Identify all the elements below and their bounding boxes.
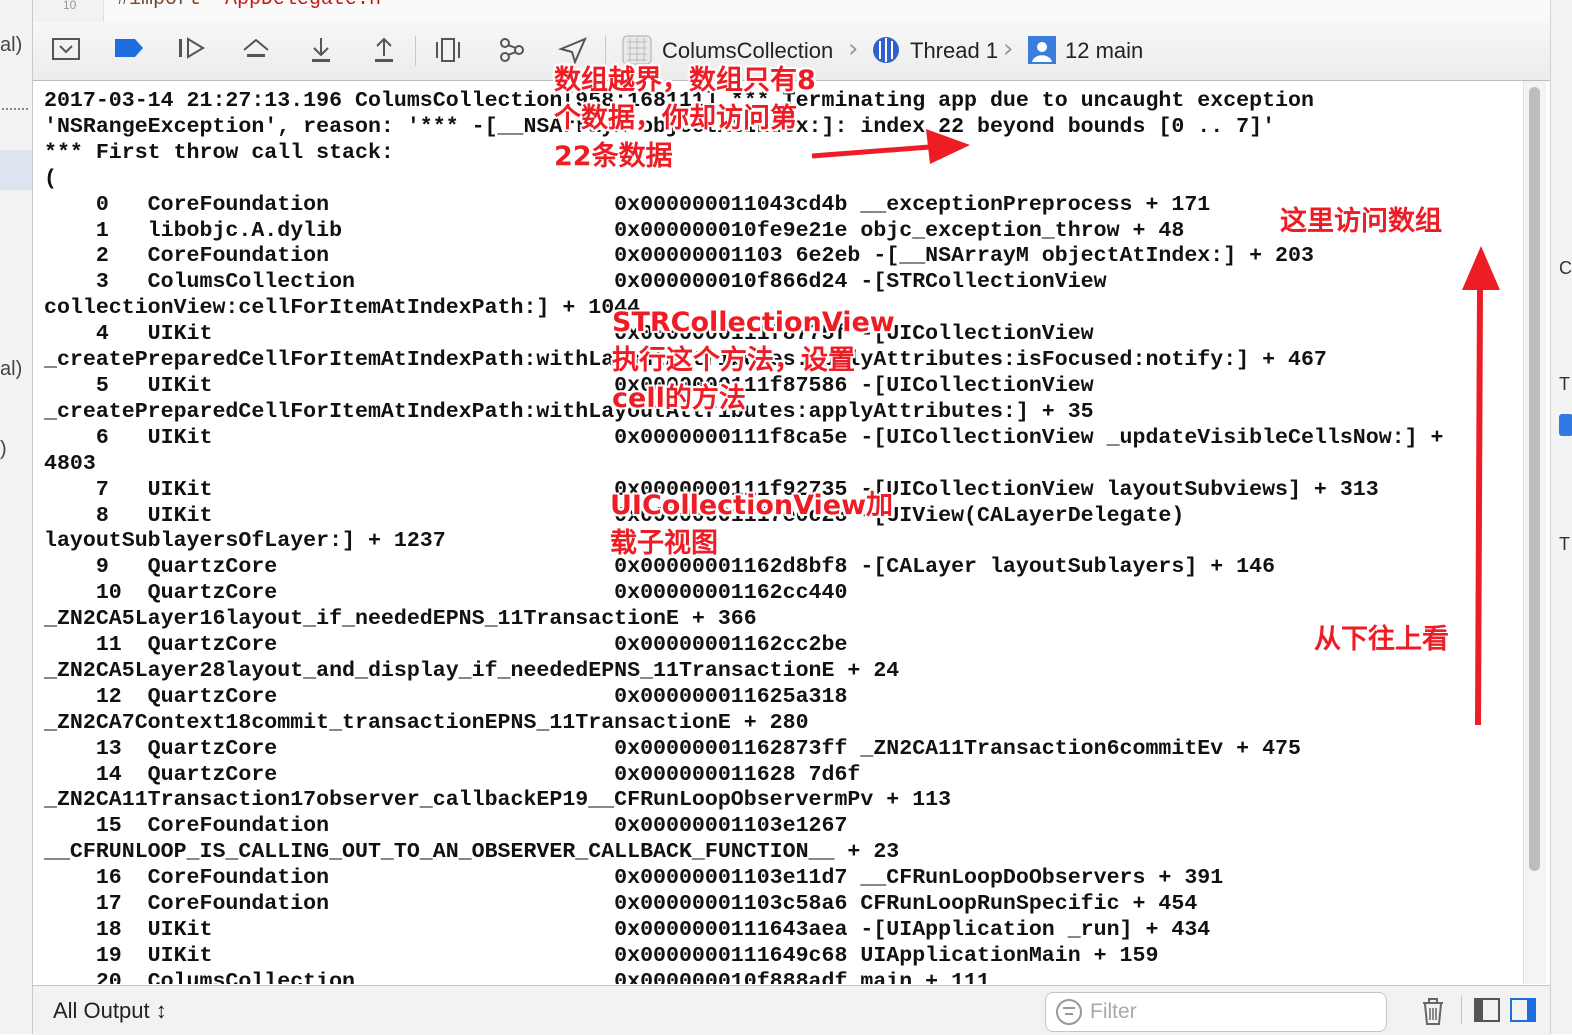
toolbar-separator	[415, 36, 416, 66]
step-out-icon[interactable]	[369, 36, 399, 66]
console-line: 13 QuartzCore 0x00000001162873ff _ZN2CA1…	[44, 736, 1301, 761]
console-line: 19 UIKit 0x0000000111649c68 UIApplicatio…	[44, 943, 1159, 968]
annotation-line: 个数据，你却访问第	[554, 103, 797, 134]
filter-input[interactable]	[1088, 997, 1372, 1027]
console-line: layoutSublayersOfLayer:] + 1237	[44, 529, 446, 554]
left-pane-selection[interactable]	[0, 150, 32, 190]
trash-icon[interactable]	[1419, 996, 1447, 1025]
annotation-line: 22条数据	[554, 141, 673, 172]
annotation-access-array: 这里访问数组	[1280, 206, 1442, 237]
left-pane-fragment: al)	[0, 358, 23, 380]
console-line: 10 QuartzCore 0x00000001162cc440	[44, 581, 848, 606]
console-line: 6 UIKit 0x0000000111f8ca5e -[UICollectio…	[44, 425, 1444, 450]
console-bottom-bar: All Output ↕	[33, 985, 1550, 1035]
filter-icon	[1056, 999, 1082, 1025]
annotation-line: 数组越界，数组只有8	[554, 65, 816, 96]
chevron-right-icon: ›	[848, 34, 859, 64]
code-keyword: #import	[117, 0, 201, 11]
hide-console-icon[interactable]	[51, 36, 81, 66]
chevron-right-icon: ›	[1003, 34, 1014, 64]
annotation-line: 载子视图	[610, 528, 718, 559]
code-string: "AppDelegate.h"	[201, 0, 393, 11]
annotation-line: 执行这个方法，设置	[612, 345, 855, 376]
source-editor[interactable]: 10 #import "AppDelegate.h"	[33, 0, 1550, 23]
breadcrumb-frame[interactable]: 12 main	[1065, 38, 1143, 64]
variables-view-toggle-icon[interactable]	[1473, 996, 1501, 1024]
console-line: 16 CoreFoundation 0x00000001103e11d7 __C…	[44, 866, 1224, 891]
thread-icon	[871, 35, 901, 65]
console-scrollbar[interactable]	[1523, 81, 1546, 984]
filter-field[interactable]	[1045, 992, 1387, 1032]
continue-icon[interactable]	[176, 36, 206, 66]
console-line: 1 libobjc.A.dylib 0x000000010fe9e21e obj…	[44, 218, 1185, 243]
annotation-line: cell的方法	[612, 383, 746, 414]
console-line: 4803	[44, 451, 96, 476]
left-pane-fragment: )	[0, 438, 7, 460]
line-number-gutter: 10	[33, 0, 104, 22]
output-selector[interactable]: All Output ↕	[53, 998, 167, 1024]
console-line: 17 CoreFoundation 0x00000001103c58a6 CFR…	[44, 892, 1198, 917]
right-pane: C T T	[1550, 0, 1572, 1034]
console-line: 12 QuartzCore 0x000000011625a318	[44, 684, 848, 709]
stack-frame-user-icon	[1027, 35, 1057, 65]
console-line: _ZN2CA11Transaction17observer_callbackEP…	[44, 788, 952, 813]
console-line: 14 QuartzCore 0x000000011628 7d6f	[44, 762, 861, 787]
console-line: collectionView:cellForItemAtIndexPath:] …	[44, 296, 641, 321]
breakpoints-toggle-icon[interactable]	[113, 36, 143, 66]
line-number: 10	[63, 0, 77, 12]
left-pane-divider	[2, 108, 28, 110]
breadcrumb-thread[interactable]: Thread 1	[910, 38, 998, 64]
annotation-line: UICollectionView加	[610, 490, 894, 521]
annotation-cell-method: STRCollectionView 执行这个方法，设置 cell的方法	[612, 304, 895, 418]
console-line: _ZN2CA7Context18commit_transactionEPNS_1…	[44, 710, 809, 735]
annotation-line: STRCollectionView	[612, 307, 895, 338]
annotation-load-subviews: UICollectionView加 载子视图	[610, 487, 893, 563]
console-line: 18 UIKit 0x0000000111643aea -[UIApplicat…	[44, 918, 1211, 942]
console-line: 5 UIKit 0x0000000111f87586 -[UICollectio…	[44, 373, 1094, 398]
console-line: _ZN2CA5Layer28layout_and_display_if_need…	[44, 658, 900, 683]
right-pane-fragment: T	[1559, 374, 1570, 394]
step-over-icon[interactable]	[241, 36, 271, 66]
console-line: (	[44, 166, 57, 191]
step-into-icon[interactable]	[306, 36, 336, 66]
console-line: _createPreparedCellForItemAtIndexPath:wi…	[44, 399, 1094, 424]
console-line: 11 QuartzCore 0x00000001162cc2be	[44, 633, 848, 658]
console-line: _ZN2CA5Layer16layout_if_neededEPNS_11Tra…	[44, 607, 757, 632]
right-pane-checkbox[interactable]	[1559, 414, 1572, 436]
code-line[interactable]: #import "AppDelegate.h"	[117, 0, 393, 11]
memory-graph-icon[interactable]	[497, 36, 527, 66]
left-pane: al) al) )	[0, 0, 33, 1034]
console-line: 2 CoreFoundation 0x00000001103 6e2eb -[_…	[44, 244, 1314, 269]
console-line: __CFRUNLOOP_IS_CALLING_OUT_TO_AN_OBSERVE…	[44, 840, 900, 865]
scrollbar-thumb[interactable]	[1529, 87, 1540, 871]
console-line: 0 CoreFoundation 0x000000011043cd4b __ex…	[44, 192, 1211, 217]
console-line: *** First throw call stack:	[44, 140, 394, 165]
right-pane-fragment: T	[1559, 534, 1570, 554]
left-pane-fragment: al)	[0, 34, 23, 56]
annotation-out-of-bounds: 数组越界，数组只有8 个数据，你却访问第 22条数据	[554, 62, 816, 176]
console-line: 3 ColumsCollection 0x000000010f866d24 -[…	[44, 270, 1107, 295]
console-line: 20 ColumsCollection 0x000000010f888adf m…	[44, 969, 990, 984]
breadcrumb-target[interactable]: ColumsCollection	[662, 38, 833, 64]
right-pane-fragment: C	[1559, 258, 1572, 278]
console-view-toggle-icon[interactable]	[1509, 996, 1537, 1024]
annotation-read-bottom-up: 从下往上看	[1314, 624, 1449, 655]
view-debugger-icon[interactable]	[433, 36, 463, 66]
toolbar-separator	[1461, 996, 1462, 1024]
console-line: 15 CoreFoundation 0x00000001103e1267	[44, 814, 848, 839]
console-line: 4 UIKit 0x0000000111f8775f -[UICollectio…	[44, 322, 1094, 347]
